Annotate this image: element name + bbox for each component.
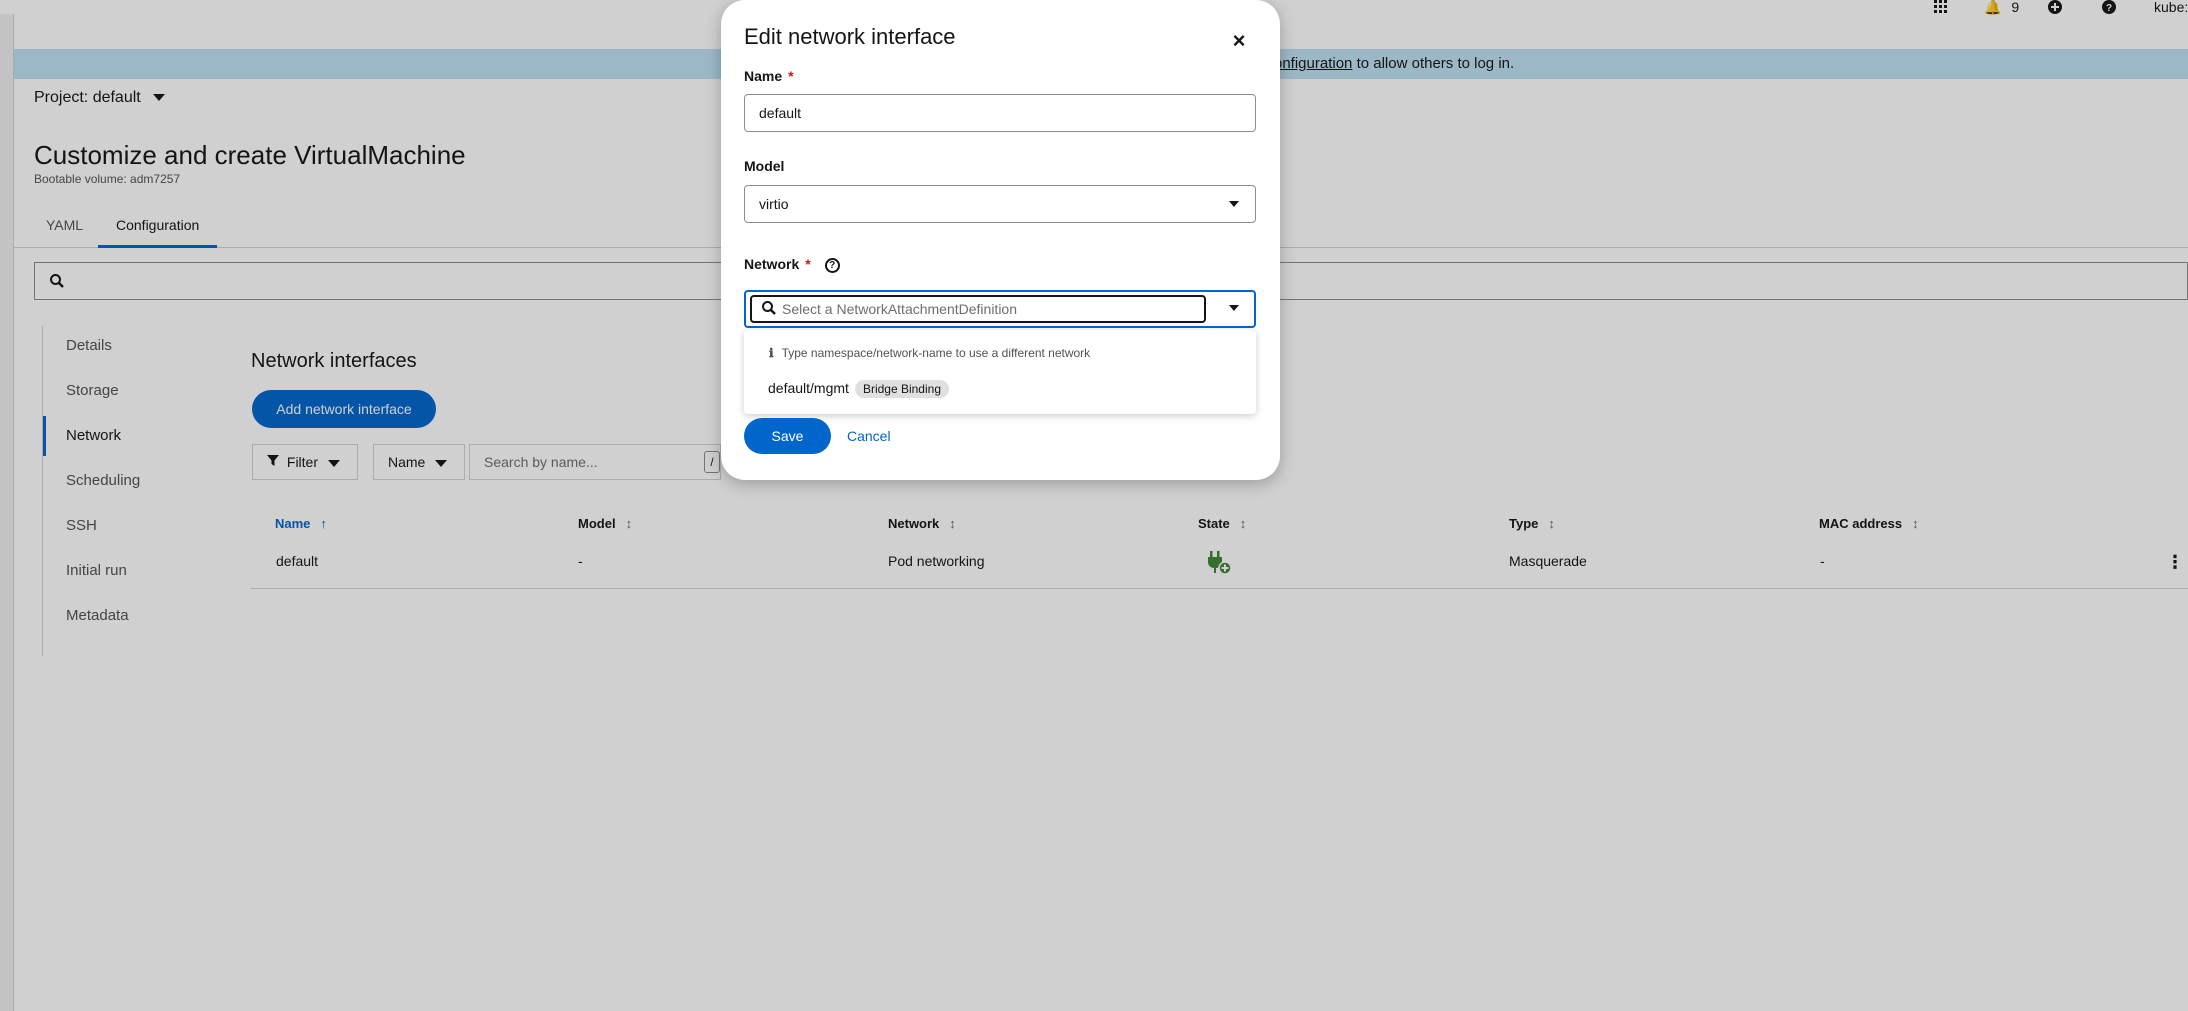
required-indicator: *	[805, 256, 811, 272]
help-popover-icon[interactable]: ?	[824, 257, 840, 273]
network-hint-text: Type namespace/network-name to use a dif…	[781, 346, 1091, 360]
network-label-text: Network	[744, 256, 800, 272]
network-typeahead-input-wrapper	[750, 295, 1206, 323]
info-icon: ℹ	[769, 346, 774, 360]
required-indicator: *	[788, 68, 794, 84]
search-icon	[761, 300, 777, 321]
network-field-label: Network *?	[744, 256, 840, 273]
name-field[interactable]: default	[744, 94, 1256, 132]
caret-down-icon[interactable]	[1229, 305, 1239, 311]
binding-badge: Bridge Binding	[854, 380, 949, 398]
name-field-label: Name *	[744, 68, 794, 84]
network-option-label: default/mgmt	[768, 380, 849, 396]
name-label-text: Name	[744, 68, 783, 84]
network-hint: ℹ Type namespace/network-name to use a di…	[769, 346, 1090, 360]
network-options-menu: ℹ Type namespace/network-name to use a di…	[744, 330, 1256, 414]
modal-title: Edit network interface	[744, 24, 956, 49]
save-button[interactable]: Save	[744, 418, 831, 454]
edit-network-interface-modal: Edit network interface × Name * default M…	[721, 0, 1280, 480]
network-search-input[interactable]	[782, 299, 1192, 319]
network-typeahead-select[interactable]	[744, 290, 1256, 328]
model-select-value: virtio	[759, 196, 789, 212]
caret-down-icon	[1229, 201, 1239, 207]
cancel-button[interactable]: Cancel	[847, 428, 891, 444]
network-option[interactable]: default/mgmt Bridge Binding	[768, 380, 949, 398]
model-select[interactable]: virtio	[744, 185, 1256, 223]
model-field-label: Model	[744, 158, 785, 174]
close-icon[interactable]: ×	[1226, 28, 1252, 54]
